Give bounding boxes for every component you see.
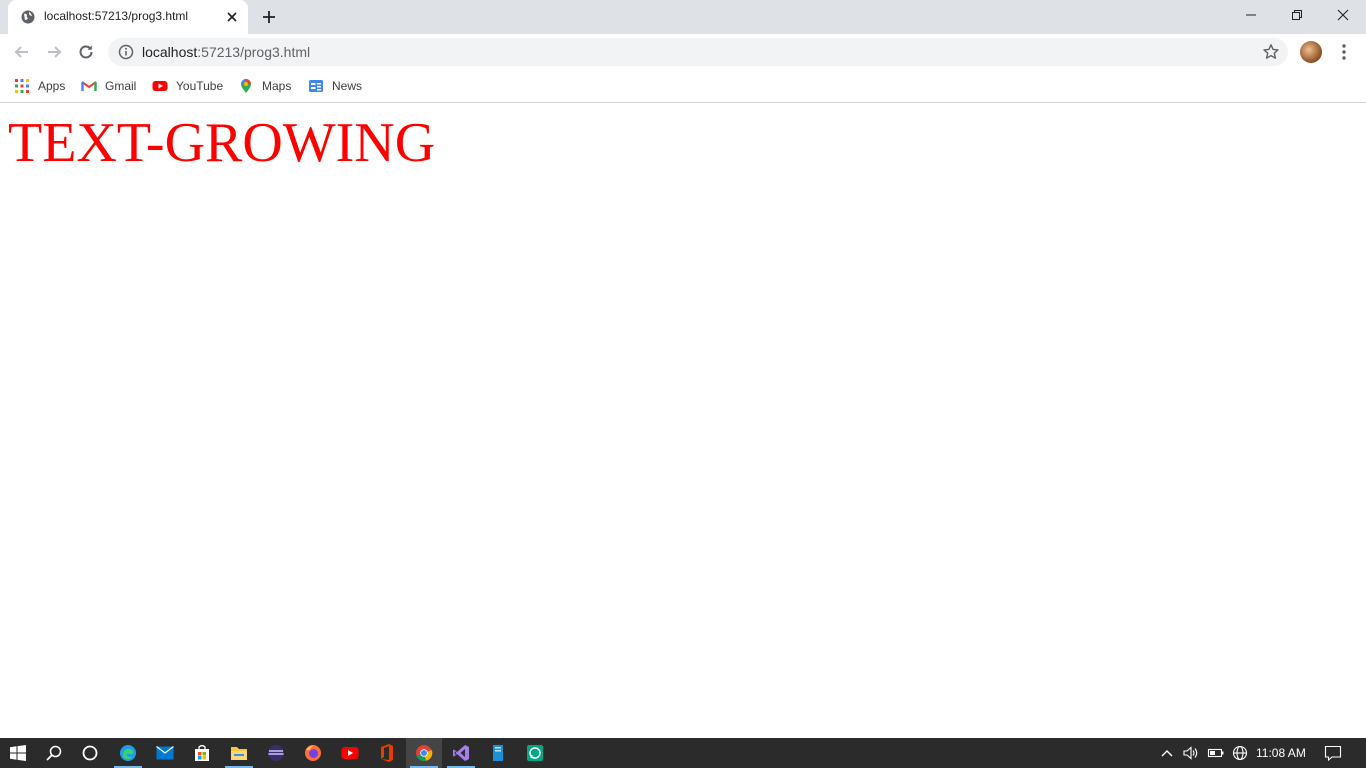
forward-arrow-icon[interactable] [44,42,64,62]
taskbar-chrome[interactable] [406,738,442,768]
bookmark-youtube[interactable]: YouTube [152,76,223,96]
bookmark-star-icon[interactable] [1262,43,1280,61]
taskbar-app[interactable] [258,738,294,768]
page-heading: TEXT-GROWING [8,112,436,174]
taskbar-store[interactable] [184,738,220,768]
battery-icon[interactable] [1207,745,1225,761]
close-tab-icon[interactable] [224,9,240,25]
store-icon [195,744,209,761]
bookmark-maps[interactable]: Maps [238,76,291,96]
address-bar[interactable]: localhost:57213/prog3.html [108,38,1288,66]
site-info-icon[interactable] [118,44,134,60]
apps-grid-icon [15,79,29,93]
back-arrow-icon[interactable] [12,42,32,62]
file-explorer-icon [231,747,247,760]
visual-studio-icon [453,745,469,761]
notification-center-icon[interactable] [1324,745,1342,761]
app-icon [493,745,503,761]
whatsapp-icon [527,745,543,761]
taskbar-file-explorer[interactable] [221,738,257,768]
taskbar-cortana[interactable] [72,738,108,768]
bookmark-label: Maps [262,79,292,93]
close-icon [1337,9,1349,21]
search-icon [46,745,62,761]
bookmark-gmail[interactable]: Gmail [81,76,136,96]
minimize-button[interactable] [1228,0,1274,30]
bookmark-apps[interactable]: Apps [14,76,65,96]
windows-taskbar: 11:08 AM [0,738,1366,768]
bookmark-label: News [332,79,363,93]
taskbar-youtube[interactable] [332,738,368,768]
firefox-icon [305,745,321,761]
chrome-icon [416,745,433,762]
cortana-icon [82,745,98,761]
bookmark-label: Gmail [105,79,137,93]
tab-strip: localhost:57213/prog3.html [0,0,1366,34]
url-path: :57213/prog3.html [197,44,311,60]
youtube-icon [341,747,359,759]
news-icon [309,80,323,92]
youtube-icon [152,81,168,91]
more-menu-icon[interactable] [1336,42,1352,62]
globe-icon [21,10,35,24]
taskbar-app[interactable] [480,738,516,768]
edge-icon [120,745,136,761]
new-tab-icon[interactable] [260,8,278,26]
maps-icon [241,79,251,93]
browser-tab[interactable]: localhost:57213/prog3.html [8,0,248,34]
bookmark-news[interactable]: News [308,76,362,96]
profile-avatar[interactable] [1300,41,1322,63]
reload-icon[interactable] [76,42,96,62]
url-text[interactable]: localhost:57213/prog3.html [142,44,310,60]
taskbar-mail[interactable] [147,738,183,768]
minimize-icon [1246,14,1256,16]
bookmark-label: Apps [38,79,66,93]
taskbar-whatsapp[interactable] [517,738,553,768]
app-icon [268,745,284,761]
taskbar-firefox[interactable] [295,738,331,768]
office-icon [381,744,393,762]
chevron-up-icon[interactable] [1158,745,1176,761]
taskbar-edge[interactable] [110,738,146,768]
start-button[interactable] [0,738,36,768]
bookmarks-bar: Apps Gmail YouTube Maps News [0,70,1366,103]
gmail-icon [81,81,97,91]
tab-title: localhost:57213/prog3.html [44,9,189,23]
volume-icon[interactable] [1182,745,1200,761]
network-globe-icon[interactable] [1231,745,1249,761]
taskbar-office[interactable] [369,738,405,768]
taskbar-visual-studio[interactable] [443,738,479,768]
url-host: localhost [142,44,198,60]
restore-icon [1292,10,1302,20]
browser-toolbar: localhost:57213/prog3.html [0,34,1366,70]
restore-button[interactable] [1274,0,1320,30]
windows-start-icon [10,745,26,761]
mail-icon [156,746,174,760]
page-content: TEXT-GROWING [0,103,1366,738]
taskbar-clock[interactable]: 11:08 AM [1256,746,1306,760]
close-window-button[interactable] [1320,0,1366,30]
bookmark-label: YouTube [176,79,224,93]
taskbar-search[interactable] [36,738,72,768]
